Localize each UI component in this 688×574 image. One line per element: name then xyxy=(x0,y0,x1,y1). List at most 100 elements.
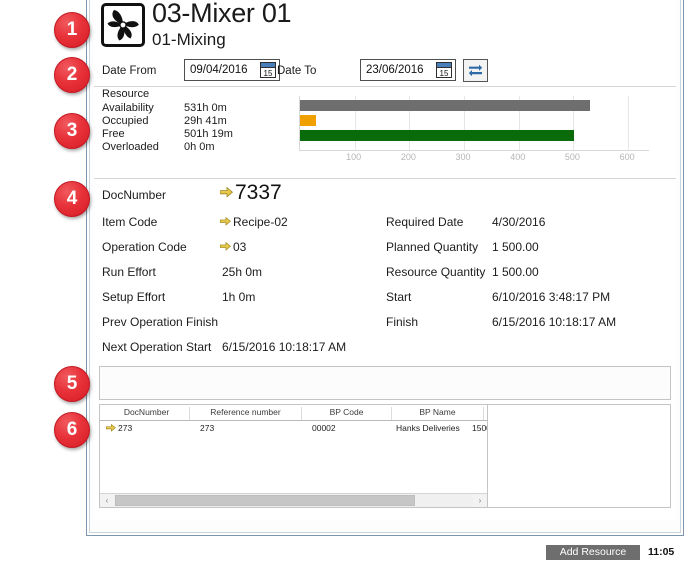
detail-value: 25h 0m xyxy=(222,265,262,279)
gold-arrow-icon xyxy=(220,217,231,226)
detail-value: 6/15/2016 10:18:17 AM xyxy=(492,315,616,329)
chart-tick-label: 100 xyxy=(346,152,361,162)
detail-label: Required Date xyxy=(386,215,463,229)
divider-top xyxy=(94,86,676,87)
window-inner-border: 03-Mixer 01 01-Mixing Date From 09/04/20… xyxy=(89,0,681,533)
chart-axis-line xyxy=(299,150,649,151)
chart-bar-occupied xyxy=(300,115,316,126)
detail-label: Start xyxy=(386,290,411,304)
page-title: 03-Mixer 01 xyxy=(152,0,291,29)
stat-label: Free xyxy=(102,128,125,141)
detail-row-resource-quantity: Resource Quantity 1 500.00 xyxy=(386,261,676,285)
mixer-impeller-icon xyxy=(101,3,145,47)
table-row[interactable]: 273 273 00002 Hanks Deliveries 1500 xyxy=(100,421,487,435)
cell-docnumber[interactable]: 273 xyxy=(106,423,132,433)
chart-bar-free xyxy=(300,130,574,141)
detail-value: 6/10/2016 3:48:17 PM xyxy=(492,290,610,304)
grid-column-reference-number[interactable]: Reference number xyxy=(190,407,302,420)
resource-utilization-chart: 100 200 300 400 500 600 xyxy=(299,96,649,166)
grid-column-quantity[interactable] xyxy=(484,407,488,420)
stat-value: 0h 0m xyxy=(184,141,215,154)
date-from-input[interactable]: 09/04/2016 15 xyxy=(184,59,280,81)
order-detail-fields: DocNumber 7337 Item Code Recipe-02 xyxy=(102,184,672,362)
callout-badge-1: 1 xyxy=(54,12,90,48)
detail-label: Run Effort xyxy=(102,265,156,279)
detail-label: Operation Code xyxy=(102,240,187,254)
date-from-label: Date From xyxy=(102,65,156,77)
application-window: 03-Mixer 01 01-Mixing Date From 09/04/20… xyxy=(86,0,684,536)
date-filter-row: Date From 09/04/2016 15 Date To 23/06/20… xyxy=(102,59,672,85)
detail-value[interactable]: 7337 xyxy=(220,181,282,205)
related-documents-panel: DocNumber Reference number BP Code BP Na… xyxy=(99,404,671,508)
grid-horizontal-scrollbar[interactable]: ‹ › xyxy=(100,493,487,507)
detail-label: Item Code xyxy=(102,215,157,229)
resource-header: 03-Mixer 01 01-Mixing xyxy=(98,0,670,52)
refresh-swap-icon-button[interactable] xyxy=(463,59,488,82)
stat-value: 501h 19m xyxy=(184,128,233,141)
grid-column-bp-code[interactable]: BP Code xyxy=(302,407,392,420)
detail-label: Resource Quantity xyxy=(386,265,485,279)
calendar-icon[interactable]: 15 xyxy=(436,62,452,78)
calendar-icon-day: 15 xyxy=(437,69,451,78)
callout-badge-6: 6 xyxy=(54,412,90,448)
detail-value: 1 500.00 xyxy=(492,265,539,279)
resource-stat-row: Availability 531h 0m xyxy=(102,102,302,115)
callout-badge-2: 2 xyxy=(54,57,90,93)
callout-badge-3: 3 xyxy=(54,113,90,149)
detail-row-planned-quantity: Planned Quantity 1 500.00 xyxy=(386,236,676,260)
detail-value[interactable]: 03 xyxy=(220,240,246,254)
callout-badge-5: 5 xyxy=(54,366,90,402)
detail-label: Planned Quantity xyxy=(386,240,478,254)
resource-stats-title: Resource xyxy=(102,88,302,100)
detail-value: 6/15/2016 10:18:17 AM xyxy=(222,340,346,354)
gold-arrow-icon xyxy=(220,242,231,251)
detail-label: Next Operation Start xyxy=(102,340,211,354)
calendar-icon[interactable]: 15 xyxy=(260,62,276,78)
detail-label: DocNumber xyxy=(102,188,166,202)
date-to-value: 23/06/2016 xyxy=(366,64,424,76)
stat-label: Overloaded xyxy=(102,141,159,154)
resource-stat-row: Occupied 29h 41m xyxy=(102,115,302,128)
gold-arrow-icon xyxy=(106,424,116,432)
clock-label: 11:05 xyxy=(648,545,674,560)
chevron-right-icon[interactable]: › xyxy=(473,494,487,507)
detail-value[interactable]: Recipe-02 xyxy=(220,215,288,229)
chart-tick-label: 500 xyxy=(565,152,580,162)
scrollbar-thumb[interactable] xyxy=(115,495,415,506)
grid-column-docnumber[interactable]: DocNumber xyxy=(104,407,190,420)
page-subtitle: 01-Mixing xyxy=(152,30,226,50)
stat-value: 29h 41m xyxy=(184,115,227,128)
chart-plot-area xyxy=(299,96,649,150)
detail-value: 4/30/2016 xyxy=(492,215,545,229)
cell-bp-name: Hanks Deliveries xyxy=(396,423,460,433)
cell-reference-number: 273 xyxy=(200,423,214,433)
screenshot-root: 03-Mixer 01 01-Mixing Date From 09/04/20… xyxy=(0,0,688,574)
empty-detail-panel[interactable] xyxy=(99,366,671,400)
chart-gridline xyxy=(628,96,629,150)
chart-tick-label: 400 xyxy=(510,152,525,162)
detail-row-finish: Finish 6/15/2016 10:18:17 AM xyxy=(386,311,676,335)
grid-column-bp-name[interactable]: BP Name xyxy=(392,407,484,420)
resource-stat-row: Overloaded 0h 0m xyxy=(102,141,302,154)
detail-label: Prev Operation Finish xyxy=(102,315,218,329)
chart-tick-label: 600 xyxy=(620,152,635,162)
cell-quantity: 1500 xyxy=(472,423,488,433)
chart-tick-label: 200 xyxy=(401,152,416,162)
cell-bp-code: 00002 xyxy=(312,423,336,433)
date-to-input[interactable]: 23/06/2016 15 xyxy=(360,59,456,81)
detail-value: 1 500.00 xyxy=(492,240,539,254)
detail-row-docnumber: DocNumber 7337 xyxy=(102,184,462,208)
content-pane: 03-Mixer 01 01-Mixing Date From 09/04/20… xyxy=(94,0,676,520)
gold-arrow-icon xyxy=(220,187,233,198)
resource-stats: Resource Availability 531h 0m Occupied 2… xyxy=(102,88,302,154)
resource-stat-row: Free 501h 19m xyxy=(102,128,302,141)
chevron-left-icon[interactable]: ‹ xyxy=(100,494,114,507)
chart-tick-label: 300 xyxy=(456,152,471,162)
detail-row-required-date: Required Date 4/30/2016 xyxy=(386,211,676,235)
detail-value: 1h 0m xyxy=(222,290,255,304)
chart-bar-availability xyxy=(300,100,590,111)
add-resource-button[interactable]: Add Resource xyxy=(546,545,640,560)
refresh-swap-icon xyxy=(467,62,484,79)
related-documents-grid[interactable]: DocNumber Reference number BP Code BP Na… xyxy=(100,405,488,507)
detail-row-next-operation-start: Next Operation Start 6/15/2016 10:18:17 … xyxy=(102,336,522,360)
